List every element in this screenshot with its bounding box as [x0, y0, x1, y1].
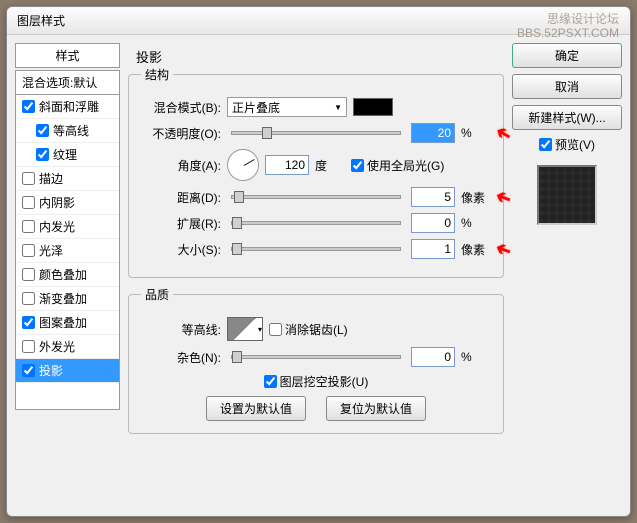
style-item-stroke[interactable]: 描边 [16, 167, 119, 191]
style-item-outer-glow[interactable]: 外发光 [16, 335, 119, 359]
style-item-texture[interactable]: 纹理 [16, 143, 119, 167]
antialias-checkbox[interactable]: 消除锯齿(L) [269, 321, 348, 338]
check-drop-shadow[interactable] [22, 364, 35, 377]
contour-picker[interactable]: ▾ [227, 317, 263, 341]
slider-thumb[interactable] [232, 217, 242, 229]
angle-hand [244, 159, 255, 166]
angle-dial[interactable] [227, 149, 259, 181]
cancel-button[interactable]: 取消 [512, 74, 622, 99]
check-inner-glow[interactable] [22, 220, 35, 233]
styles-list: 混合选项:默认 斜面和浮雕 等高线 纹理 描边 内阴影 内发光 光泽 颜色叠加 … [15, 70, 120, 410]
style-item-inner-shadow[interactable]: 内阴影 [16, 191, 119, 215]
preview-checkbox[interactable]: 预览(V) [539, 136, 595, 153]
noise-unit: % [461, 350, 491, 364]
noise-input[interactable] [411, 347, 455, 367]
panel-title: 投影 [128, 43, 504, 66]
blend-mode-combo[interactable]: 正片叠底▼ [227, 97, 347, 117]
right-panel: 确定 取消 新建样式(W)... 预览(V) [512, 43, 622, 508]
quality-fieldset: 品质 等高线: ▾ 消除锯齿(L) 杂色(N): % 图层挖空投影(U) 设置为… [128, 286, 504, 434]
style-item-drop-shadow[interactable]: 投影 [16, 359, 119, 383]
settings-panel: 投影 结构 混合模式(B): 正片叠底▼ 不透明度(O): % ➔ 角度(A): [128, 43, 504, 508]
angle-input[interactable] [265, 155, 309, 175]
slider-thumb[interactable] [232, 351, 242, 363]
check-stroke[interactable] [22, 172, 35, 185]
size-unit: 像素 [461, 241, 491, 258]
check-pattern-overlay[interactable] [22, 316, 35, 329]
size-slider[interactable] [231, 247, 401, 251]
style-item-pattern-overlay[interactable]: 图案叠加 [16, 311, 119, 335]
slider-thumb[interactable] [262, 127, 272, 139]
check-color-overlay[interactable] [22, 268, 35, 281]
size-label: 大小(S): [141, 241, 221, 258]
layer-style-dialog: 图层样式 样式 混合选项:默认 斜面和浮雕 等高线 纹理 描边 内阴影 内发光 … [6, 6, 631, 517]
annotation-arrow: ➔ [493, 237, 514, 262]
angle-label: 角度(A): [141, 157, 221, 174]
opacity-unit: % [461, 126, 491, 140]
spread-label: 扩展(R): [141, 215, 221, 232]
preview-swatch [537, 165, 597, 225]
contour-label: 等高线: [141, 321, 221, 338]
style-item-inner-glow[interactable]: 内发光 [16, 215, 119, 239]
spread-input[interactable] [411, 213, 455, 233]
distance-label: 距离(D): [141, 189, 221, 206]
slider-thumb[interactable] [234, 191, 244, 203]
quality-legend: 品质 [141, 286, 173, 303]
distance-input[interactable] [411, 187, 455, 207]
opacity-input[interactable] [411, 123, 455, 143]
global-light-checkbox[interactable]: 使用全局光(G) [351, 157, 444, 174]
check-bevel[interactable] [22, 100, 35, 113]
styles-header[interactable]: 样式 [15, 43, 120, 68]
size-input[interactable] [411, 239, 455, 259]
annotation-arrow: ➔ [493, 185, 514, 210]
check-outer-glow[interactable] [22, 340, 35, 353]
check-satin[interactable] [22, 244, 35, 257]
structure-legend: 结构 [141, 66, 173, 83]
check-texture[interactable] [36, 148, 49, 161]
spread-unit: % [461, 216, 491, 230]
style-item-bevel[interactable]: 斜面和浮雕 [16, 95, 119, 119]
set-default-button[interactable]: 设置为默认值 [206, 396, 306, 421]
style-item-contour[interactable]: 等高线 [16, 119, 119, 143]
check-contour[interactable] [36, 124, 49, 137]
watermark: 思缘设计论坛 BBS.52PSXT.COM [517, 12, 619, 41]
slider-thumb[interactable] [232, 243, 242, 255]
distance-unit: 像素 [461, 189, 491, 206]
distance-slider[interactable] [231, 195, 401, 199]
opacity-label: 不透明度(O): [141, 125, 221, 142]
style-blend-options[interactable]: 混合选项:默认 [16, 71, 119, 95]
chevron-down-icon: ▼ [334, 103, 342, 112]
angle-unit: 度 [315, 157, 345, 174]
style-item-satin[interactable]: 光泽 [16, 239, 119, 263]
knockout-checkbox[interactable]: 图层挖空投影(U) [264, 373, 369, 390]
styles-panel: 样式 混合选项:默认 斜面和浮雕 等高线 纹理 描边 内阴影 内发光 光泽 颜色… [15, 43, 120, 508]
new-style-button[interactable]: 新建样式(W)... [512, 105, 622, 130]
style-item-gradient-overlay[interactable]: 渐变叠加 [16, 287, 119, 311]
opacity-slider[interactable] [231, 131, 401, 135]
shadow-color-swatch[interactable] [353, 98, 393, 116]
structure-fieldset: 结构 混合模式(B): 正片叠底▼ 不透明度(O): % ➔ 角度(A): [128, 66, 504, 278]
noise-label: 杂色(N): [141, 349, 221, 366]
reset-default-button[interactable]: 复位为默认值 [326, 396, 426, 421]
blend-mode-label: 混合模式(B): [141, 99, 221, 116]
check-gradient-overlay[interactable] [22, 292, 35, 305]
chevron-down-icon: ▾ [258, 325, 262, 334]
noise-slider[interactable] [231, 355, 401, 359]
ok-button[interactable]: 确定 [512, 43, 622, 68]
check-inner-shadow[interactable] [22, 196, 35, 209]
spread-slider[interactable] [231, 221, 401, 225]
style-item-color-overlay[interactable]: 颜色叠加 [16, 263, 119, 287]
